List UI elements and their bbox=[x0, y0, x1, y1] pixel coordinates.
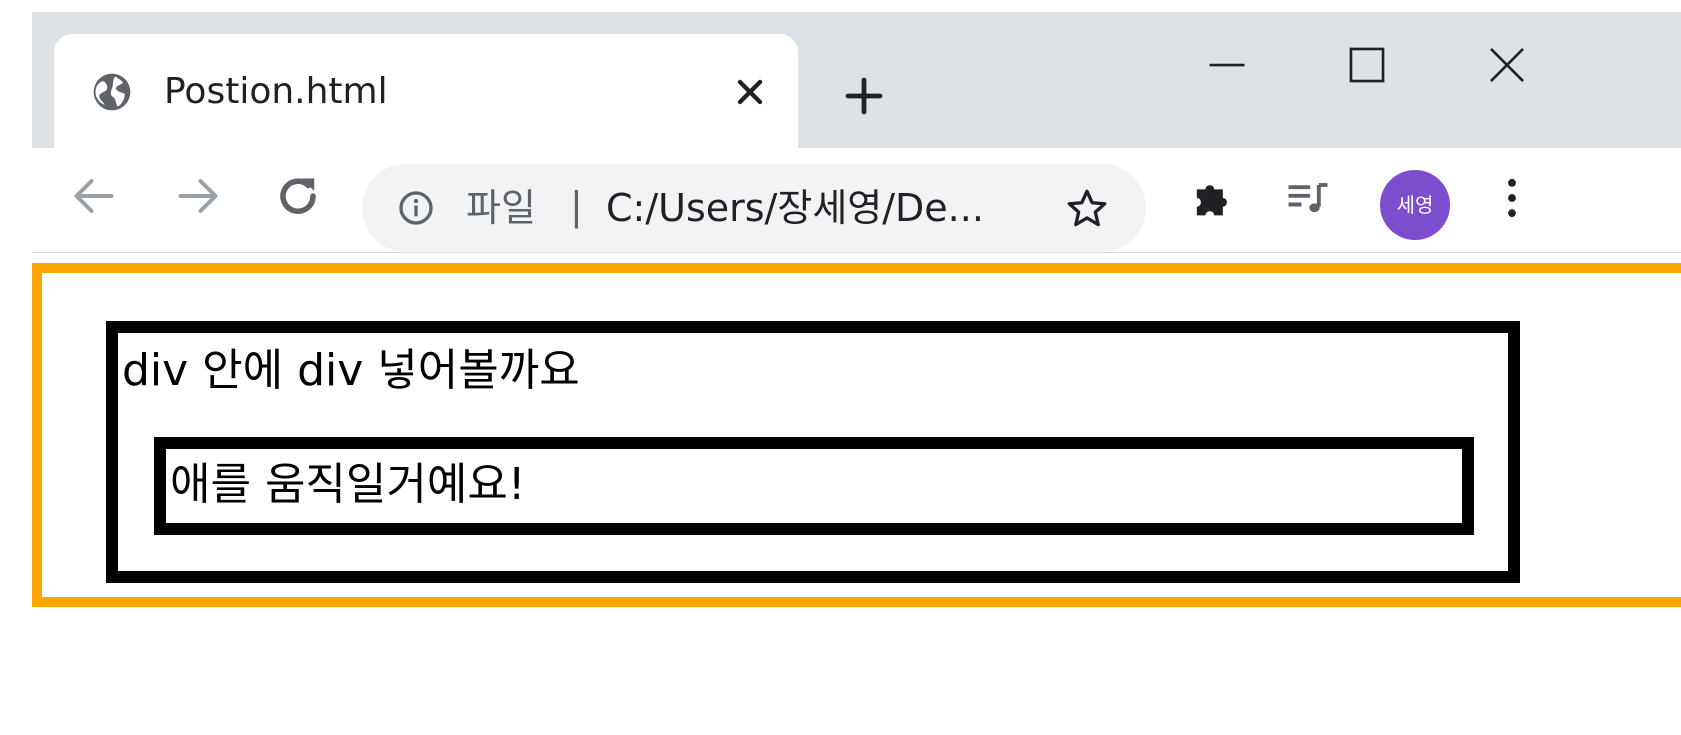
inner-div-text: 애를 움직일거예요! bbox=[170, 459, 526, 510]
url-scheme-label: 파일 bbox=[466, 186, 536, 230]
new-tab-plus-icon[interactable] bbox=[832, 64, 896, 128]
middle-div-text: div 안에 div 넣어볼까요 bbox=[122, 345, 580, 396]
url-text[interactable]: C:/Users/장세영/De... bbox=[606, 180, 1056, 236]
tab-strip: Postion.html bbox=[32, 12, 1681, 148]
media-control-icon[interactable] bbox=[1282, 172, 1334, 224]
browser-window: Postion.html 파일 | C:/Users/장세영/De... 세영 … bbox=[32, 12, 1681, 735]
forward-arrow-icon[interactable] bbox=[168, 166, 228, 226]
page-content: div 안에 div 넣어볼까요 애를 움직일거예요! bbox=[32, 253, 1681, 735]
browser-toolbar: 파일 | C:/Users/장세영/De... 세영 bbox=[32, 148, 1681, 253]
middle-div: div 안에 div 넣어볼까요 애를 움직일거예요! bbox=[106, 321, 1520, 583]
window-close-icon[interactable] bbox=[1472, 30, 1542, 100]
reload-icon[interactable] bbox=[268, 166, 328, 226]
menu-kebab-icon[interactable] bbox=[1486, 172, 1538, 224]
tab-title: Postion.html bbox=[164, 71, 388, 112]
bookmark-star-icon[interactable] bbox=[1062, 184, 1112, 234]
minimize-icon[interactable] bbox=[1192, 30, 1262, 100]
back-arrow-icon[interactable] bbox=[64, 166, 124, 226]
profile-avatar[interactable]: 세영 bbox=[1380, 170, 1450, 240]
info-icon[interactable] bbox=[396, 188, 436, 228]
extensions-puzzle-icon[interactable] bbox=[1186, 172, 1238, 224]
outer-div: div 안에 div 넣어볼까요 애를 움직일거예요! bbox=[32, 263, 1681, 607]
tab-postion-html[interactable]: Postion.html bbox=[54, 34, 798, 148]
tab-close-icon[interactable] bbox=[726, 68, 774, 116]
maximize-icon[interactable] bbox=[1332, 30, 1402, 100]
globe-icon bbox=[90, 70, 134, 114]
inner-div: 애를 움직일거예요! bbox=[154, 437, 1474, 535]
address-bar[interactable]: 파일 | C:/Users/장세영/De... bbox=[362, 164, 1146, 252]
url-separator: | bbox=[570, 184, 583, 228]
